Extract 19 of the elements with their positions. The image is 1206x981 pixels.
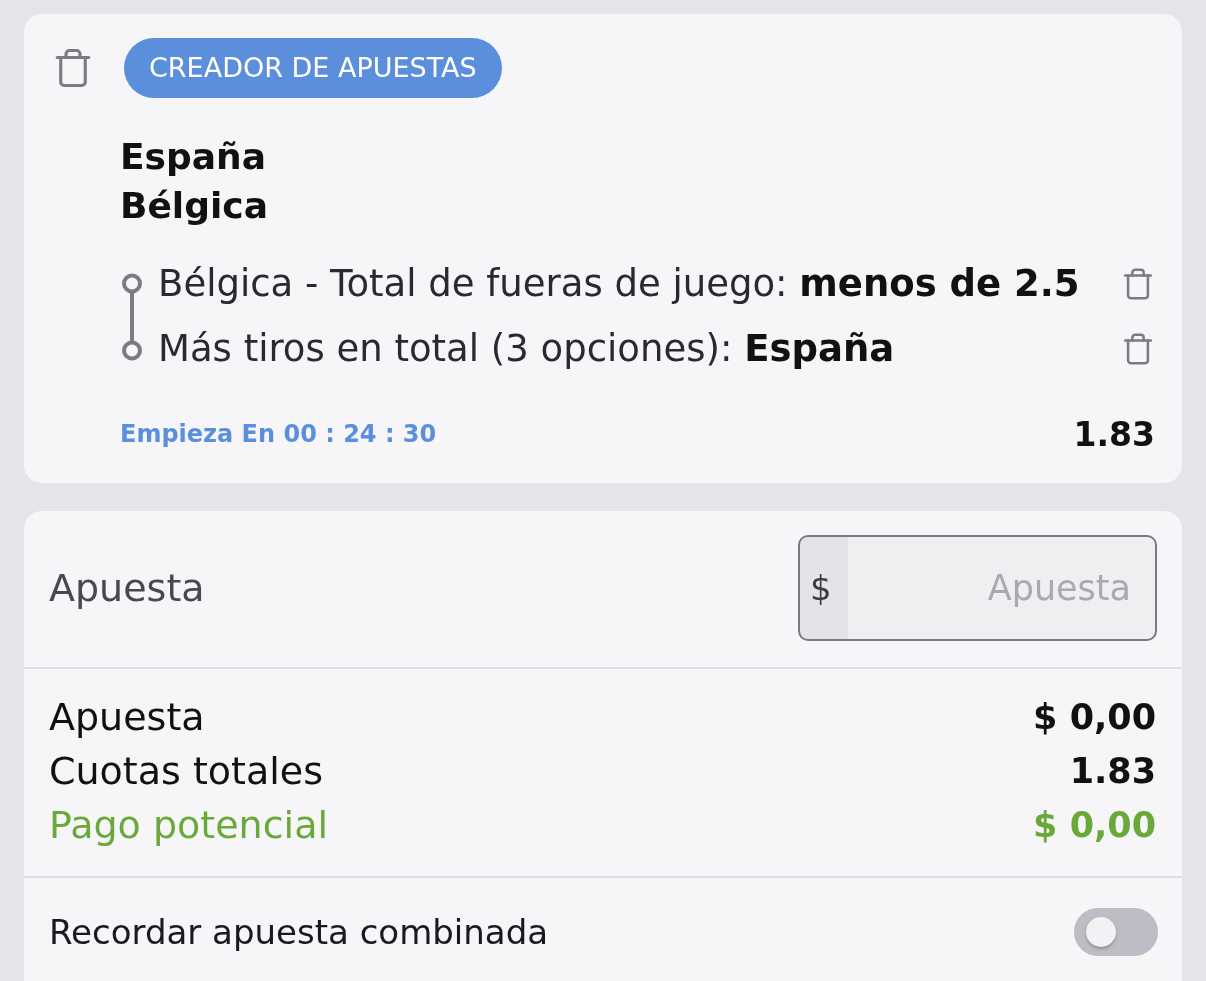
summary-label: Apuesta: [49, 695, 205, 739]
summary-label: Cuotas totales: [49, 749, 323, 793]
team-name: España: [120, 135, 266, 179]
bet-builder-badge: CREADOR DE APUESTAS: [124, 38, 502, 98]
remember-label: Recordar apuesta combinada: [49, 912, 549, 952]
stake-label: Apuesta: [49, 566, 205, 610]
summary-value: $ 0,00: [1033, 805, 1156, 845]
summary-value: $ 0,00: [1033, 697, 1156, 737]
selection-text: Bélgica - Total de fueras de juego: menos de 2.5: [158, 262, 1080, 305]
odds-value: 1.83: [1073, 414, 1155, 454]
start-countdown: Empieza En 00 : 24 : 30: [120, 420, 437, 448]
summary-label: Pago potencial: [49, 803, 328, 847]
delete-icon[interactable]: [1121, 266, 1155, 301]
delete-icon[interactable]: [1121, 331, 1155, 366]
toggle-switch[interactable]: [1074, 908, 1158, 956]
selection-text: Más tiros en total (3 opciones): España: [158, 327, 895, 370]
summary-value: 1.83: [1069, 751, 1156, 791]
team-name: Bélgica: [120, 184, 268, 228]
currency-prefix: $: [810, 568, 832, 608]
